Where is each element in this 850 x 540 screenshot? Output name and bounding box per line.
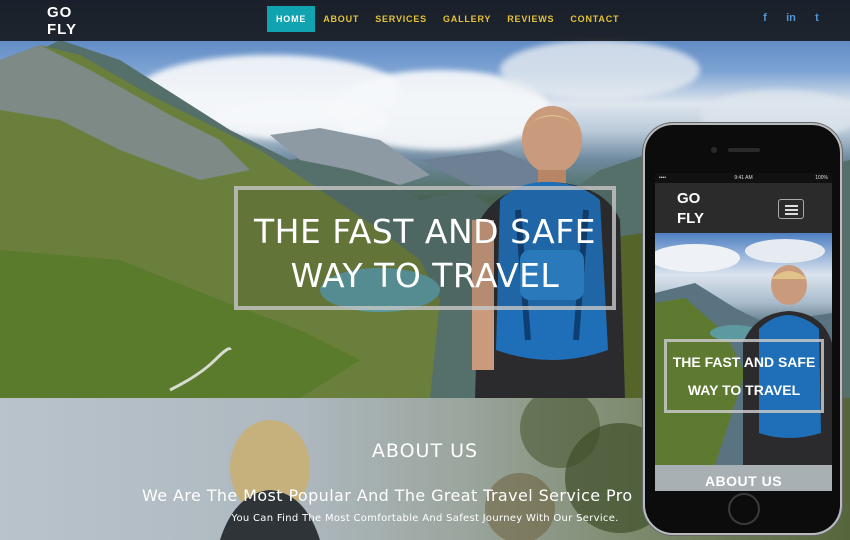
social-links: f in t [760, 12, 822, 24]
mobile-hero-line1: THE FAST AND SAFE [672, 354, 816, 370]
mobile-navbar: GO FLY [655, 183, 832, 233]
phone-mockup: •••• 9:41 AM 100% GO FLY THE FAST AND SA… [643, 123, 842, 535]
nav-item-gallery[interactable]: GALLERY [435, 6, 499, 32]
mobile-about-heading: ABOUT US [655, 465, 832, 491]
linkedin-icon[interactable]: in [786, 12, 796, 24]
logo-line2: FLY [47, 21, 77, 38]
main-nav: HOME ABOUT SERVICES GALLERY REVIEWS CONT… [267, 6, 627, 32]
hero-title-line1: THE FAST AND SAFE [253, 212, 597, 251]
nav-item-reviews[interactable]: REVIEWS [499, 6, 562, 32]
nav-item-about[interactable]: ABOUT [315, 6, 367, 32]
nav-item-contact[interactable]: CONTACT [562, 6, 627, 32]
mobile-hero-title-box: THE FAST AND SAFE WAY TO TRAVEL [664, 339, 824, 413]
navbar: GO FLY HOME ABOUT SERVICES GALLERY REVIE… [0, 0, 850, 41]
twitter-icon[interactable]: t [812, 12, 822, 24]
mobile-hero: THE FAST AND SAFE WAY TO TRAVEL [655, 233, 832, 465]
phone-home-button [728, 493, 760, 525]
battery-level: 100% [815, 175, 828, 181]
mobile-hero-line2: WAY TO TRAVEL [687, 382, 801, 398]
mobile-logo-line1: GO [677, 190, 701, 207]
nav-item-home[interactable]: HOME [267, 6, 316, 32]
about-subheading: We Are The Most Popular And The Great Tr… [142, 486, 633, 505]
logo[interactable]: GO FLY [47, 4, 87, 38]
phone-status-bar: •••• 9:41 AM 100% [655, 173, 832, 183]
status-time: 9:41 AM [734, 175, 753, 181]
phone-speaker [728, 148, 760, 152]
hero-title-line2: WAY TO TRAVEL [290, 256, 560, 295]
mobile-hero-title: THE FAST AND SAFE WAY TO TRAVEL [667, 348, 821, 404]
hero-title-box: THE FAST AND SAFE WAY TO TRAVEL [234, 186, 616, 310]
mobile-logo-line2: FLY [677, 210, 704, 227]
mobile-logo[interactable]: GO FLY [677, 189, 717, 229]
logo-line1: GO [47, 4, 73, 21]
hero-title: THE FAST AND SAFE WAY TO TRAVEL [238, 210, 612, 298]
phone-camera [711, 147, 717, 153]
hamburger-menu-icon[interactable] [778, 199, 804, 219]
facebook-icon[interactable]: f [760, 12, 770, 24]
nav-item-services[interactable]: SERVICES [367, 6, 435, 32]
phone-screen: •••• 9:41 AM 100% GO FLY THE FAST AND SA… [655, 173, 832, 491]
